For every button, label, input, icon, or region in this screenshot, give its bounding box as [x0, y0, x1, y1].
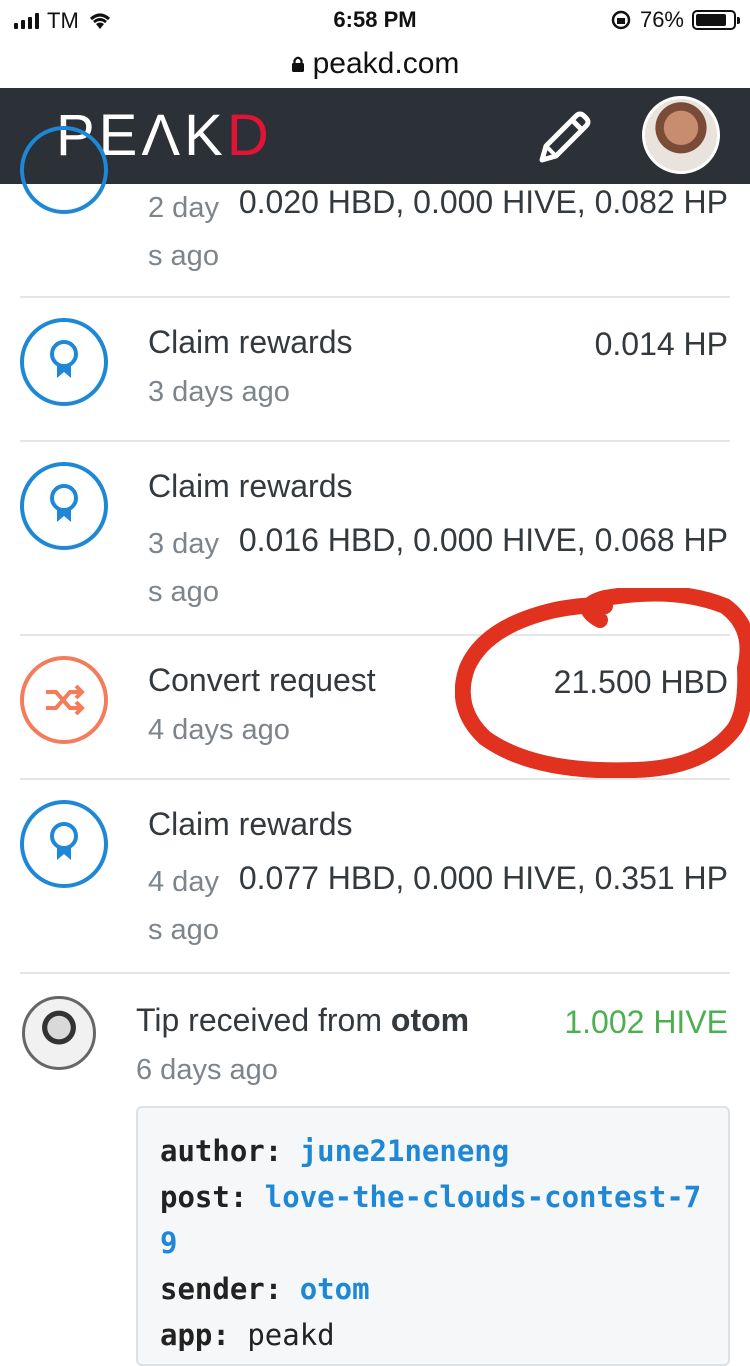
award-icon: [20, 318, 108, 406]
award-icon: [20, 800, 108, 888]
item-time: 2 day s ago: [148, 192, 219, 272]
sender-key: sender:: [160, 1272, 283, 1306]
item-amount: 0.014 HP: [594, 326, 728, 362]
divider: [20, 972, 730, 974]
battery-icon: [692, 10, 740, 30]
tip-time: 6 days ago: [136, 1054, 278, 1086]
pencil-icon[interactable]: [530, 104, 598, 172]
item-time: 3 days ago: [148, 376, 290, 408]
sender-avatar[interactable]: [22, 996, 96, 1070]
user-avatar[interactable]: [642, 96, 720, 174]
address-bar[interactable]: peakd.com: [0, 40, 750, 88]
divider: [20, 296, 730, 298]
item-amount: 0.077 HBD, 0.000 HIVE, 0.351 HP: [238, 860, 728, 896]
item-amount: 0.020 HBD, 0.000 HIVE, 0.082 HP: [238, 184, 728, 220]
item-title: Claim rewards: [148, 324, 353, 360]
status-right: 76%: [610, 7, 740, 33]
status-bar: TM 6:58 PM 76%: [0, 0, 750, 40]
tip-sender[interactable]: otom: [391, 1002, 469, 1038]
tip-amount: 1.002 HIVE: [564, 1004, 728, 1040]
battery-percent: 76%: [639, 7, 684, 32]
award-icon: [20, 126, 108, 214]
url-text: peakd.com: [312, 47, 460, 80]
item-amount: 0.016 HBD, 0.000 HIVE, 0.068 HP: [238, 522, 728, 558]
author-link[interactable]: june21neneng: [300, 1134, 510, 1168]
top-navbar: PEΛKD: [0, 88, 750, 184]
tip-title: Tip received from otom: [136, 1002, 469, 1039]
post-key: post:: [160, 1180, 248, 1214]
author-key: author:: [160, 1134, 283, 1168]
item-title: Claim rewards: [148, 468, 353, 504]
item-time: 4 days ago: [148, 714, 290, 746]
item-amount: 21.500 HBD: [553, 664, 728, 700]
divider: [20, 440, 730, 442]
app-value: peakd: [247, 1318, 335, 1352]
rotation-lock-icon: [611, 10, 631, 30]
shuffle-icon: [20, 656, 108, 744]
divider: [20, 634, 730, 636]
app-key: app:: [160, 1318, 230, 1352]
tip-prefix: Tip received from: [136, 1002, 382, 1038]
item-time: 4 day s ago: [148, 866, 219, 946]
divider: [20, 778, 730, 780]
item-title: Convert request: [148, 662, 376, 698]
award-icon: [20, 462, 108, 550]
item-time: 3 day s ago: [148, 528, 219, 608]
item-title: Claim rewards: [148, 806, 353, 842]
tip-details: author: june21neneng post: love-the-clou…: [136, 1106, 730, 1366]
lock-icon: [291, 56, 304, 72]
sender-link[interactable]: otom: [300, 1272, 370, 1306]
